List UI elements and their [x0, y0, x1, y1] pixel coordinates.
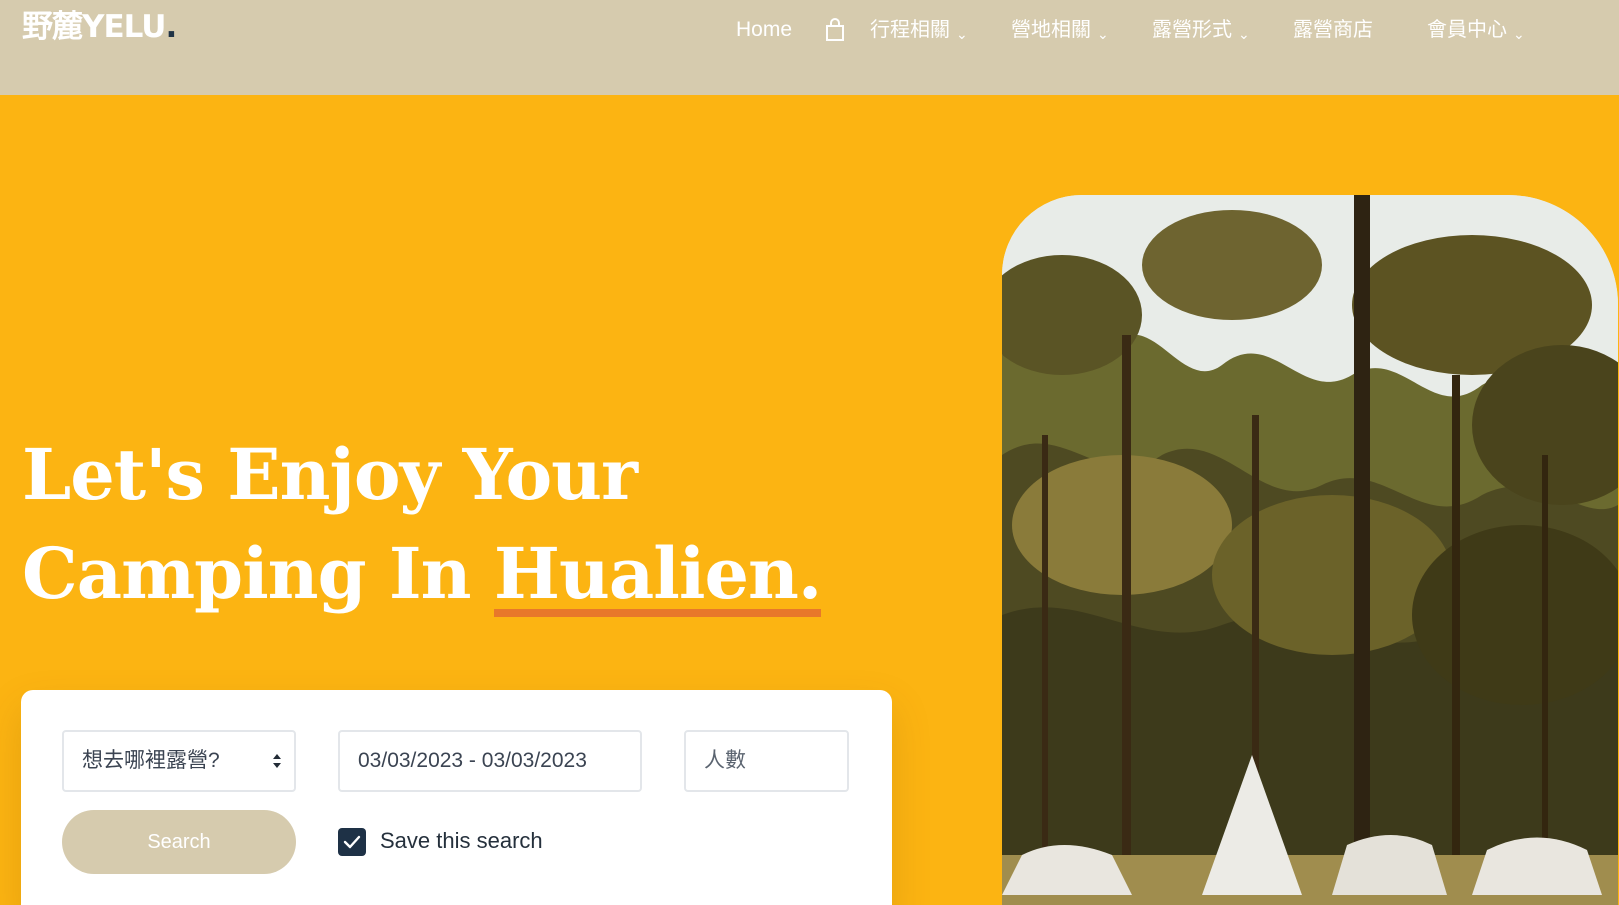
main-nav: Home 行程相關 ⌄ 營地相關 ⌄ 露營形式 ⌄ 露營商店 會員中心 ⌄ — [0, 16, 1619, 44]
nav-trip-label: 行程相關 — [870, 19, 950, 41]
nav-campsite-label: 營地相關 — [1011, 19, 1091, 41]
location-select-value: 想去哪裡露營? — [82, 749, 220, 772]
select-arrows-icon — [273, 754, 281, 768]
search-card: 想去哪裡露營? 03/03/2023 - 03/03/2023 人數 Searc… — [21, 690, 892, 905]
top-navbar: 野麓YELU. Home 行程相關 ⌄ 營地相關 ⌄ 露營形式 ⌄ 露營商店 會員中心… — [0, 0, 1619, 95]
chevron-down-icon: ⌄ — [1513, 26, 1525, 42]
search-button[interactable]: Search — [62, 810, 296, 874]
hero-line-1: Let's Enjoy Your — [22, 433, 638, 516]
people-count-input[interactable]: 人數 — [684, 730, 849, 792]
location-select[interactable]: 想去哪裡露營? — [62, 730, 296, 792]
nav-member-label: 會員中心 — [1427, 19, 1507, 41]
hero-highlight-word: Hualien. — [493, 524, 822, 623]
nav-shop-link[interactable]: 露營商店 — [1293, 16, 1373, 44]
camping-forest-photo — [1002, 195, 1618, 905]
save-search-checkbox[interactable] — [338, 828, 366, 856]
shopping-bag-icon[interactable] — [824, 18, 846, 42]
nav-trip-dropdown[interactable]: 行程相關 ⌄ — [870, 16, 968, 45]
save-search-label[interactable]: Save this search — [380, 826, 543, 856]
chevron-down-icon: ⌄ — [956, 26, 968, 42]
nav-camp-style-dropdown[interactable]: 露營形式 ⌄ — [1152, 16, 1250, 45]
date-range-input[interactable]: 03/03/2023 - 03/03/2023 — [338, 730, 642, 792]
chevron-down-icon: ⌄ — [1097, 26, 1109, 42]
nav-camp-style-label: 露營形式 — [1152, 19, 1232, 41]
hero-headline: Let's Enjoy Your Camping In Hualien. — [22, 425, 902, 623]
nav-home-link[interactable]: Home — [736, 16, 792, 44]
chevron-down-icon: ⌄ — [1238, 26, 1250, 42]
checkmark-icon — [343, 835, 361, 849]
nav-member-dropdown[interactable]: 會員中心 ⌄ — [1427, 16, 1525, 45]
hero-line-2-prefix: Camping In — [22, 532, 494, 615]
hero-line-2: Camping In Hualien. — [22, 524, 902, 623]
nav-campsite-dropdown[interactable]: 營地相關 ⌄ — [1011, 16, 1109, 45]
